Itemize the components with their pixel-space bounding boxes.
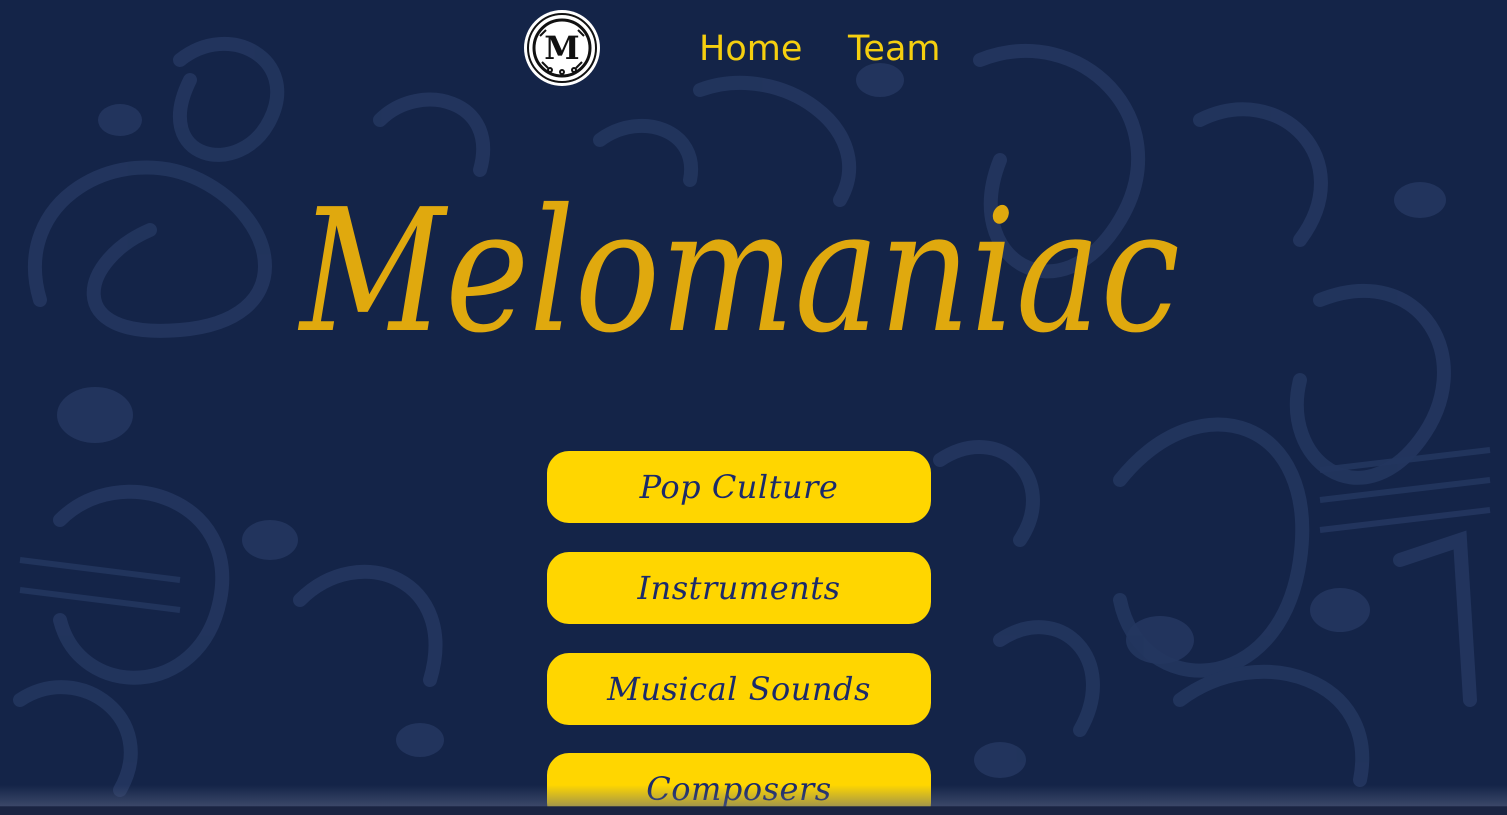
category-button-musical-sounds[interactable]: Musical Sounds [547, 653, 931, 725]
top-navbar: M Home Team [0, 0, 1507, 100]
site-title: Melomaniac [297, 173, 1180, 371]
category-button-label: Musical Sounds [607, 670, 871, 708]
nav-link-home[interactable]: Home [699, 26, 802, 72]
melomaniac-logo-icon[interactable]: M [526, 12, 598, 84]
category-button-pop-culture[interactable]: Pop Culture [547, 451, 931, 523]
category-button-composers[interactable]: Composers [547, 753, 931, 815]
category-button-instruments[interactable]: Instruments [547, 552, 931, 624]
hero-title-container: Melomaniac [280, 120, 1200, 420]
nav-link-team[interactable]: Team [848, 26, 941, 72]
category-button-label: Pop Culture [639, 468, 839, 506]
category-button-label: Composers [646, 770, 832, 808]
category-button-label: Instruments [637, 569, 841, 607]
svg-text:M: M [544, 29, 579, 67]
